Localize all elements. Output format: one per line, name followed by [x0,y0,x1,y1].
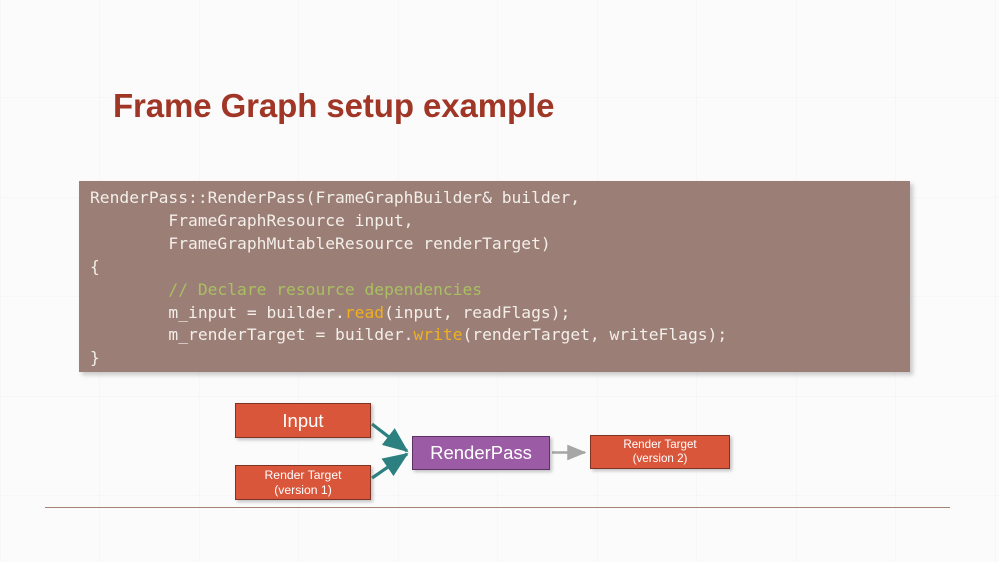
slide-canvas: Frame Graph setup example RenderPass::Re… [0,0,999,562]
diagram-edges [371,422,587,480]
diagram-node-render-target-v2-label: Render Target (version 2) [623,438,696,465]
render-target-v1-line1: Render Target [264,468,342,483]
render-target-v2-line1: Render Target [623,438,697,452]
edge-rt-v1-to-renderpass [371,452,409,480]
bottom-divider [45,507,950,508]
diagram-node-render-pass-label: RenderPass [430,442,532,464]
diagram-node-input-label: Input [282,409,324,431]
diagram-node-render-target-v1[interactable]: Render Target (version 1) [235,465,371,500]
render-target-v1-line2: (version 1) [274,482,332,497]
diagram-node-input[interactable]: Input [235,403,371,438]
diagram-node-render-target-v1-label: Render Target (version 1) [264,468,341,497]
render-target-v2-line2: (version 2) [632,452,688,465]
frame-graph-diagram: Input Render Target (version 1) RenderPa… [0,0,999,562]
diagram-node-render-target-v2[interactable]: Render Target (version 2) [590,435,730,469]
edge-input-to-renderpass [371,422,409,453]
diagram-node-render-pass[interactable]: RenderPass [412,436,550,470]
